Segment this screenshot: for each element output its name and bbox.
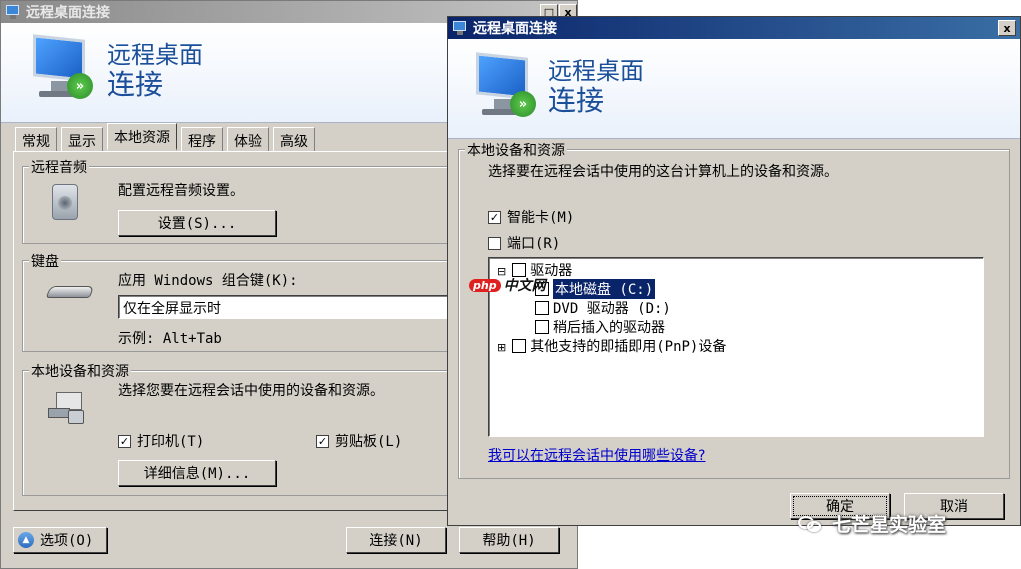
supported-devices-link[interactable]: 我可以在远程会话中使用哪些设备?	[488, 445, 705, 465]
smartcard-checkbox[interactable]: ✓ 智能卡(M)	[488, 207, 574, 227]
keyboard-label: 键盘	[29, 251, 61, 271]
close-button[interactable]: x	[998, 20, 1016, 36]
smartcard-check-icon: ✓	[488, 210, 501, 224]
printer-check-icon: ✓	[118, 434, 131, 448]
remote-desktop-logo-icon: »	[470, 49, 548, 129]
details-button[interactable]: 详细信息(M)...	[118, 460, 276, 486]
options-label: 选项(O)	[40, 533, 94, 549]
drive-dvd-checkbox[interactable]	[535, 301, 549, 315]
banner-title-line2: 连接	[548, 84, 605, 117]
front-window-title: 远程桌面连接	[473, 21, 557, 37]
audio-settings-button[interactable]: 设置(S)...	[118, 210, 276, 236]
device-tree[interactable]: ⊟ 驱动器 本地磁盘 (C:) DVD 驱动器 (D:) 稍后插入的驱动器 ⊞ …	[488, 257, 984, 437]
tree-item-drive-later[interactable]: 稍后插入的驱动器	[535, 317, 665, 337]
tab-general[interactable]: 常规	[15, 127, 57, 151]
options-button[interactable]: ▲ 选项(O)	[13, 527, 107, 553]
drive-dvd-label: DVD 驱动器 (D:)	[553, 301, 671, 317]
tab-programs[interactable]: 程序	[181, 127, 223, 151]
clipboard-check-icon: ✓	[316, 434, 329, 448]
local-devices-description: 选择您要在远程会话中使用的设备和资源。	[118, 383, 384, 399]
connect-button[interactable]: 连接(N)	[346, 527, 446, 553]
remote-desktop-icon	[452, 20, 468, 36]
printer-checkbox[interactable]: ✓ 打印机(T)	[118, 431, 204, 451]
front-window: 远程桌面连接 x » 远程桌面 连接 本地设备和资源 选择要在远程会话中使用的这…	[447, 16, 1021, 526]
close-icon: x	[1003, 21, 1011, 35]
php-logo-icon: php	[469, 278, 501, 292]
drive-later-label: 稍后插入的驱动器	[553, 320, 665, 336]
local-devices-label: 本地设备和资源	[465, 140, 567, 160]
ports-check-icon	[488, 236, 501, 250]
remote-desktop-icon	[5, 4, 21, 20]
back-window-title: 远程桌面连接	[26, 5, 110, 21]
wechat-watermark: 七芒星实验室	[798, 510, 946, 537]
smartcard-label: 智能卡(M)	[507, 210, 575, 226]
front-banner: » 远程桌面 连接	[448, 39, 1020, 139]
drive-c-label: 本地磁盘 (C:)	[553, 279, 656, 299]
clipboard-checkbox[interactable]: ✓ 剪贴板(L)	[316, 431, 402, 451]
keyboard-example: 示例: Alt+Tab	[118, 331, 222, 347]
clipboard-label: 剪贴板(L)	[335, 434, 403, 450]
keyboard-icon	[45, 282, 95, 302]
speaker-icon	[48, 182, 82, 222]
front-window-titlebar[interactable]: 远程桌面连接	[448, 17, 1020, 39]
local-devices-description: 选择要在远程会话中使用的这台计算机上的设备和资源。	[488, 164, 838, 180]
remote-audio-label: 远程音频	[29, 157, 89, 177]
expand-icon[interactable]: ⊞	[497, 341, 507, 353]
audio-description: 配置远程音频设置。	[118, 183, 244, 199]
drive-later-checkbox[interactable]	[535, 320, 549, 334]
chevron-up-icon: ▲	[18, 532, 34, 548]
tab-strip: 常规 显示 本地资源 程序 体验 高级	[15, 123, 319, 151]
pnp-label: 其他支持的即插即用(PnP)设备	[530, 339, 727, 355]
keyboard-description: 应用 Windows 组合键(K):	[118, 273, 298, 289]
wechat-icon	[798, 514, 824, 534]
collapse-icon[interactable]: ⊟	[497, 265, 507, 277]
keyboard-combo-select[interactable]: 仅在全屏显示时	[118, 295, 448, 319]
help-button[interactable]: 帮助(H)	[459, 527, 559, 553]
ports-label: 端口(R)	[507, 236, 561, 252]
tab-advanced[interactable]: 高级	[273, 127, 315, 151]
remote-desktop-logo-icon: »	[27, 31, 105, 111]
tab-display[interactable]: 显示	[61, 127, 103, 151]
tree-item-pnp[interactable]: ⊞ 其他支持的即插即用(PnP)设备	[497, 336, 726, 356]
ports-checkbox[interactable]: 端口(R)	[488, 233, 560, 253]
watermark-text: 七芒星实验室	[832, 514, 947, 536]
pnp-checkbox[interactable]	[512, 339, 527, 353]
tree-item-drive-c[interactable]: 本地磁盘 (C:)	[535, 279, 656, 299]
php-watermark: php 中文网	[469, 275, 546, 295]
local-devices-icon	[44, 388, 88, 428]
tree-item-drive-dvd[interactable]: DVD 驱动器 (D:)	[535, 298, 671, 318]
banner-title-line2: 连接	[107, 68, 164, 101]
local-devices-label: 本地设备和资源	[29, 361, 131, 381]
tab-experience[interactable]: 体验	[227, 127, 269, 151]
printer-label: 打印机(T)	[137, 434, 205, 450]
php-watermark-text: 中文网	[503, 278, 546, 294]
tab-local-resources[interactable]: 本地资源	[107, 123, 177, 151]
